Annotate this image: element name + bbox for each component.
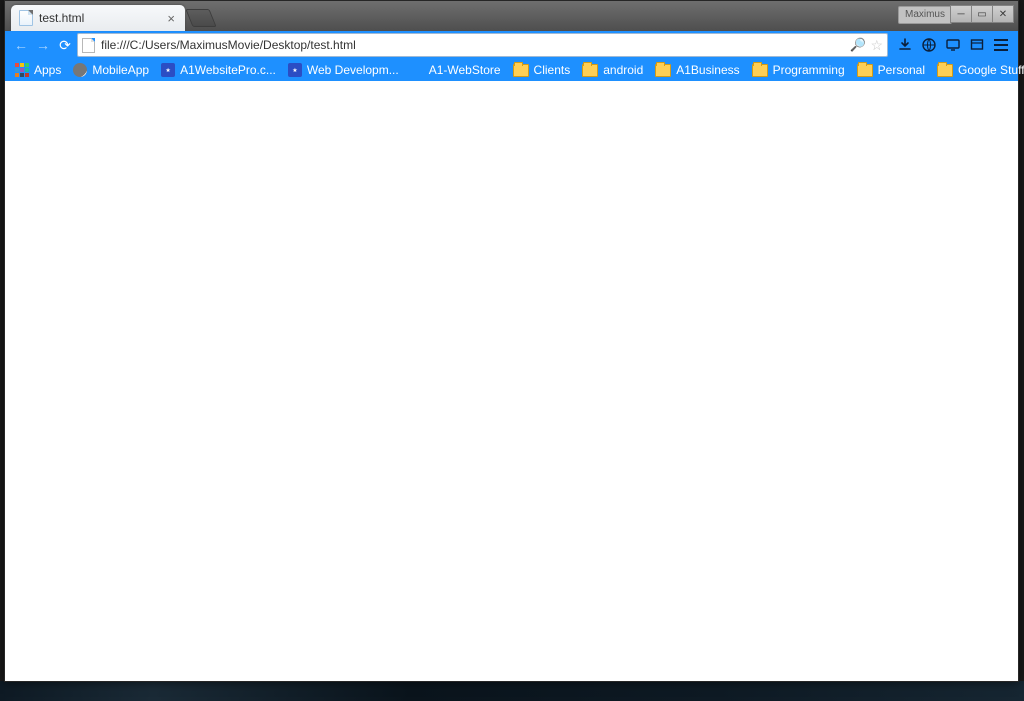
search-icon[interactable]: 🔍 [850,37,866,53]
bookmark-star-icon[interactable]: ☆ [870,37,883,54]
bookmark-folder-googlestuff[interactable]: Google Stuff [933,60,1024,80]
titlebar: test.html × Maximus ─ ▭ ✕ [5,1,1018,31]
bookmark-folder-clients[interactable]: Clients [509,60,575,80]
page-icon [82,38,95,53]
bookmark-label: A1WebsitePro.c... [180,63,276,77]
site-badge-icon: ⋆ [161,63,175,77]
bookmark-mobileapp[interactable]: MobileApp [69,60,153,80]
close-tab-icon[interactable]: × [165,12,177,25]
bookmark-label: A1-WebStore [429,63,501,77]
bookmark-folder-personal[interactable]: Personal [853,60,929,80]
globe-icon [73,63,87,77]
extension-download-icon[interactable] [894,34,916,56]
bookmark-label: Google Stuff [958,63,1024,77]
bookmark-label: Personal [878,63,925,77]
file-icon [19,10,33,26]
forward-button[interactable]: → [33,35,53,55]
bookmark-webdevelopment[interactable]: ⋆ Web Developm... [284,60,403,80]
url-text: file:///C:/Users/MaximusMovie/Desktop/te… [101,38,850,52]
page-content [5,81,1018,681]
bookmark-label: Web Developm... [307,63,399,77]
bookmarks-bar: Apps MobileApp ⋆ A1WebsitePro.c... ⋆ Web… [5,59,1018,81]
bookmark-label: A1Business [676,63,739,77]
back-button[interactable]: ← [11,35,31,55]
window-controls: ─ ▭ ✕ [950,5,1014,23]
browser-window: test.html × Maximus ─ ▭ ✕ ← → ⟳ file:///… [4,0,1019,682]
minimize-button[interactable]: ─ [950,5,972,23]
close-window-button[interactable]: ✕ [993,5,1014,23]
new-tab-button[interactable] [185,9,216,27]
hamburger-menu-button[interactable] [990,34,1012,56]
desktop-background [0,681,1024,701]
maximize-button[interactable]: ▭ [972,5,993,23]
folder-icon [752,64,768,77]
bookmark-label: MobileApp [92,63,149,77]
apps-shortcut[interactable]: Apps [11,60,65,80]
extension-globe-icon[interactable] [918,34,940,56]
folder-icon [857,64,873,77]
browser-tab[interactable]: test.html × [11,5,185,31]
site-badge-icon: ⋆ [288,63,302,77]
bookmark-label: Programming [773,63,845,77]
extension-icons [894,34,988,56]
bookmark-a1webstore[interactable]: A1-WebStore [425,60,505,80]
tab-title: test.html [39,11,159,25]
folder-icon [937,64,953,77]
extension-screen-icon[interactable] [942,34,964,56]
reload-button[interactable]: ⟳ [55,35,75,55]
omnibox-actions: 🔍 ☆ [850,37,883,54]
extension-window-icon[interactable] [966,34,988,56]
folder-icon [513,64,529,77]
bookmark-folder-android[interactable]: android [578,60,647,80]
apps-grid-icon [15,63,29,77]
bookmark-folder-programming[interactable]: Programming [748,60,849,80]
address-bar[interactable]: file:///C:/Users/MaximusMovie/Desktop/te… [77,33,888,57]
bookmark-label: Clients [534,63,571,77]
apps-label: Apps [34,63,61,77]
maximus-badge: Maximus [898,6,952,24]
folder-icon [582,64,598,77]
toolbar: ← → ⟳ file:///C:/Users/MaximusMovie/Desk… [5,31,1018,59]
folder-icon [655,64,671,77]
bookmark-a1websitepro[interactable]: ⋆ A1WebsitePro.c... [157,60,280,80]
bookmark-label: android [603,63,643,77]
bookmark-folder-a1business[interactable]: A1Business [651,60,743,80]
